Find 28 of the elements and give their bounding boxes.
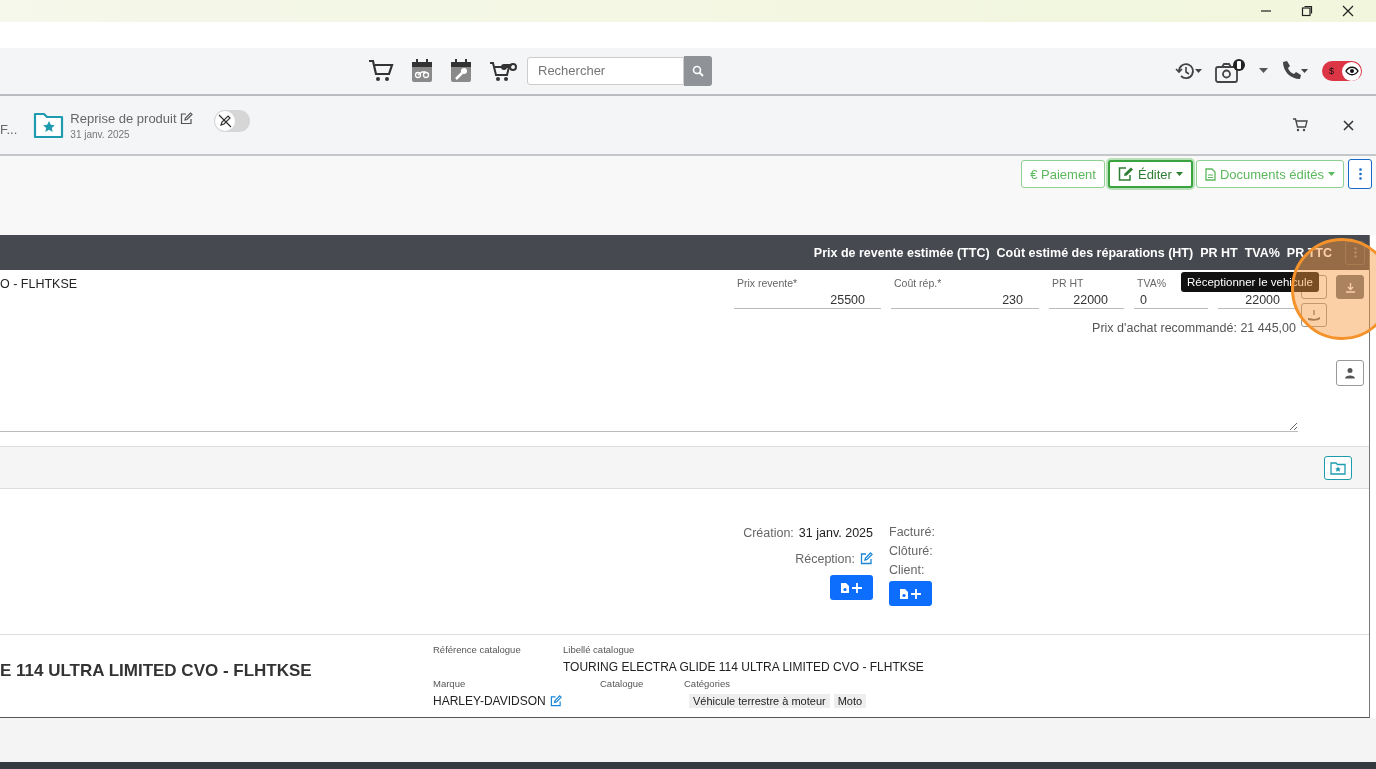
- vehicle-title: E 114 ULTRA LIMITED CVO - FLHTKSE: [0, 661, 313, 681]
- field-label: Prix revente*: [736, 277, 799, 291]
- created-label: Création:: [743, 525, 794, 540]
- currency-symbol: $: [1329, 66, 1334, 76]
- field-label: Libellé catalogue: [563, 644, 636, 655]
- status-label: Clôturé:: [889, 543, 933, 560]
- field-label: Catégories: [684, 678, 731, 689]
- catalog-label-value: TOURING ELECTRA GLIDE 114 ULTRA LIMITED CVO - FLHTKSE: [563, 660, 924, 674]
- column-header: PR HT: [1200, 245, 1238, 260]
- document-date: 31 janv. 2025: [70, 128, 131, 140]
- created-date: 31 janv. 2025: [798, 525, 873, 540]
- category-tag: Véhicule terrestre à moteur: [689, 694, 830, 708]
- status-label: Facturé:: [889, 524, 935, 541]
- reception-label: Réception:: [795, 551, 855, 566]
- field-label: PR HT: [1051, 277, 1085, 291]
- category-tag: Moto: [833, 694, 867, 708]
- row-title: O - FLHTKSE: [0, 277, 78, 293]
- recommended-price: Prix d'achat recommandé: 21 445,00: [1092, 321, 1297, 335]
- field-label: Marque: [433, 678, 467, 689]
- status-label: Client:: [889, 562, 925, 579]
- column-header: Coût estimé des réparations (HT): [996, 245, 1194, 260]
- column-header: TVA%: [1244, 245, 1280, 260]
- field-label: Référence catalogue: [433, 644, 522, 655]
- field-label: Catalogue: [600, 678, 645, 689]
- column-header: Prix de revente estimée (TTC): [813, 245, 990, 260]
- brand-value: HARLEY-DAVIDSON: [433, 694, 546, 708]
- document-title: Reprise de produit: [70, 110, 177, 126]
- field-label: Coût rép.*: [893, 277, 943, 291]
